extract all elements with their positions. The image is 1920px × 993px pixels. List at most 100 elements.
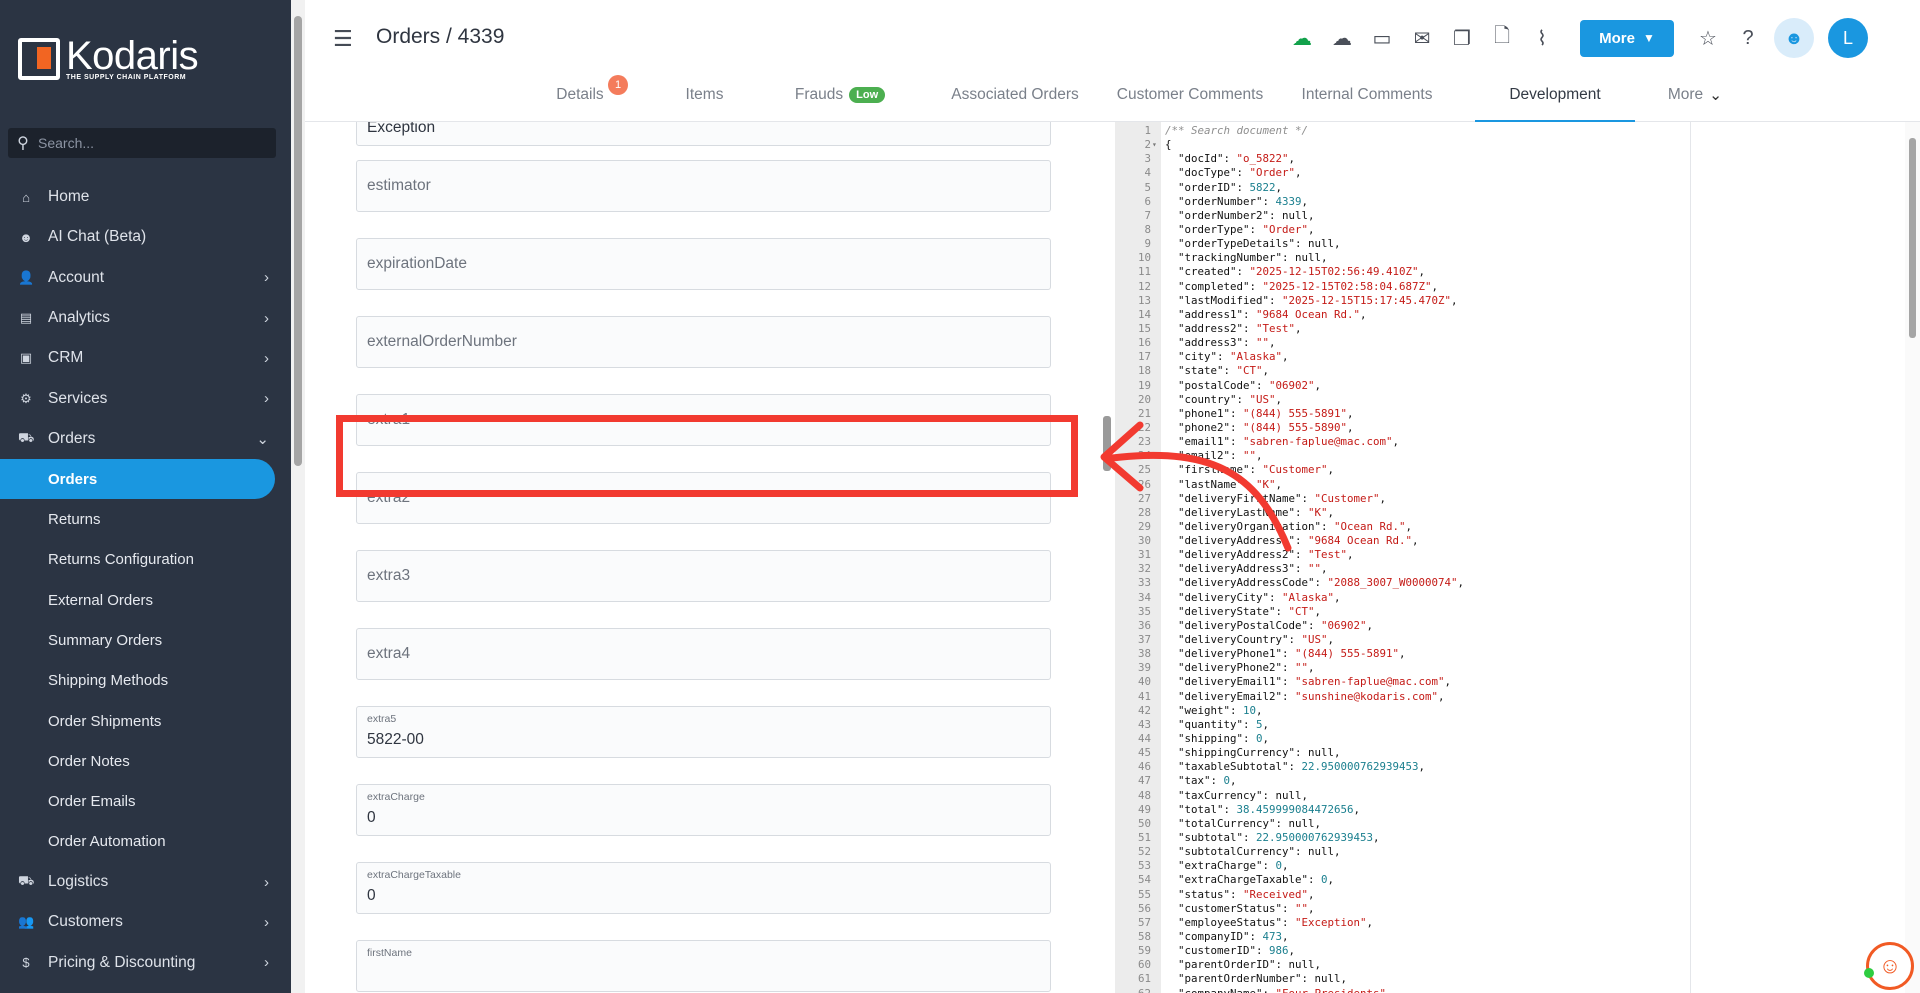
sidebar-subitem-order-emails[interactable]: Order Emails — [0, 781, 291, 821]
field-employeestatus[interactable]: employeeStatusException — [356, 122, 1051, 146]
field-externalordernumber[interactable]: externalOrderNumber — [356, 316, 1051, 368]
code-token: "orderNumber2": null, — [1165, 208, 1315, 222]
page-scrollbar-thumb[interactable] — [1909, 138, 1916, 338]
sidebar-subitem-order-notes[interactable]: Order Notes — [0, 741, 291, 781]
fold-toggle-icon[interactable]: ▾ — [1152, 138, 1157, 152]
code-token: "2025-12-15T02:58:04.687Z" — [1262, 279, 1432, 293]
line-number: 25 — [1137, 463, 1151, 477]
tab-items[interactable]: Items — [642, 77, 767, 122]
sidebar-item-orders[interactable]: ⛟ Orders ⌄ — [0, 419, 291, 459]
code-text: "quantity": 5, — [1165, 718, 1269, 732]
field-extra3[interactable]: extra3 — [356, 550, 1051, 602]
tab-more[interactable]: More ⌄ — [1640, 77, 1750, 122]
sidebar-item-home[interactable]: ⌂ Home — [0, 177, 291, 217]
field-estimator[interactable]: estimator — [356, 160, 1051, 212]
tab-internal-comments[interactable]: Internal Comments — [1277, 77, 1457, 122]
sidebar-item-ai-chat-beta-[interactable]: ☻ AI Chat (Beta) — [0, 217, 291, 257]
sidebar-item-crm[interactable]: ▣ CRM › — [0, 338, 291, 378]
code-token: 22.950000762939453 — [1301, 760, 1419, 774]
field-value[interactable]: 0 — [367, 887, 376, 905]
sidebar-subitem-summary-orders[interactable]: Summary Orders — [0, 620, 291, 660]
code-token: "quantity": — [1165, 717, 1257, 731]
tab-development[interactable]: Development — [1475, 77, 1635, 122]
code-text: "weight": 10, — [1165, 704, 1263, 718]
line-number: 12 — [1137, 279, 1151, 293]
field-value[interactable]: Exception — [367, 122, 435, 137]
code-token: "Customer" — [1314, 491, 1380, 505]
cloud-download-icon[interactable]: ☁ — [1322, 26, 1362, 51]
search-input[interactable] — [38, 135, 258, 151]
line-number: 21 — [1137, 406, 1151, 420]
kodaris-logo[interactable]: Kodaris THE SUPPLY CHAIN PLATFORM — [18, 36, 199, 82]
code-text: "taxableSubtotal": 22.950000762939453, — [1165, 760, 1425, 774]
field-extra4[interactable]: extra4 — [356, 628, 1051, 680]
tab-customer-comments[interactable]: Customer Comments — [1100, 77, 1280, 122]
tab-associated-orders[interactable]: Associated Orders — [935, 77, 1095, 122]
field-value[interactable]: 0 — [367, 809, 376, 827]
code-token: "Ocean Rd." — [1334, 519, 1406, 533]
code-token: "9684 Ocean Rd." — [1256, 307, 1361, 321]
sidebar-item-logistics[interactable]: ⛟ Logistics › — [0, 862, 291, 902]
cloud-upload-icon[interactable]: ☁ — [1282, 26, 1322, 51]
field-extra5[interactable]: extra5 5822-00 — [356, 706, 1051, 758]
sidebar-item-services[interactable]: ⚙ Services › — [0, 378, 291, 418]
sidebar-item-label: Orders — [48, 429, 96, 447]
code-token: 22.950000762939453 — [1256, 831, 1374, 844]
tab-frauds[interactable]: Frauds Low — [760, 77, 920, 122]
sidebar-scrollbar-thumb[interactable] — [294, 16, 302, 466]
line-number: 30 — [1137, 534, 1151, 548]
star-icon[interactable]: ☆ — [1688, 26, 1728, 51]
sidebar-item-analytics[interactable]: ▤ Analytics › — [0, 298, 291, 338]
more-button[interactable]: More ▼ — [1580, 19, 1674, 57]
sidebar-scrollbar[interactable] — [291, 0, 305, 993]
field-extracharge[interactable]: extraCharge 0 — [356, 784, 1051, 836]
code-text: "deliveryState": "CT", — [1165, 605, 1321, 619]
sidebar-item-label: CRM — [48, 349, 84, 367]
code-text: "deliveryLastName": "K", — [1165, 506, 1334, 520]
copy-icon[interactable]: ❐ — [1442, 26, 1482, 51]
form-scrollbar[interactable] — [1100, 122, 1115, 993]
sidebar-subitem-shipping-methods[interactable]: Shipping Methods — [0, 661, 291, 701]
line-number: 29 — [1137, 519, 1151, 533]
code-token: , — [1275, 180, 1283, 194]
sidebar-subitem-returns-configuration[interactable]: Returns Configuration — [0, 540, 291, 580]
field-extrachargetaxable[interactable]: extraChargeTaxable 0 — [356, 862, 1051, 914]
field-placeholder: estimator — [367, 177, 431, 194]
form-scrollbar-thumb[interactable] — [1103, 416, 1111, 471]
sidebar-item-account[interactable]: 👤 Account › — [0, 258, 291, 298]
add-document-icon[interactable]: 🗋 — [1482, 21, 1522, 55]
code-text: "totalCurrency": null, — [1165, 817, 1321, 831]
code-text: "parentOrderNumber": null, — [1165, 972, 1347, 986]
paperclip-icon[interactable]: ⌇ — [1522, 26, 1562, 51]
sidebar-subitem-order-automation[interactable]: Order Automation — [0, 822, 291, 862]
page-scrollbar[interactable] — [1905, 122, 1920, 993]
line-number: 8 — [1144, 222, 1151, 236]
field-value[interactable]: 5822-00 — [367, 731, 424, 749]
code-text: "orderNumber2": null, — [1165, 209, 1315, 223]
credit-card-icon[interactable]: ▭ — [1362, 26, 1402, 51]
code-text: "extraCharge": 0, — [1165, 859, 1289, 873]
field-firstname[interactable]: firstName — [356, 940, 1051, 992]
hamburger-menu-icon[interactable]: ☰ — [333, 26, 353, 52]
line-number: 10 — [1137, 251, 1151, 265]
code-text: "docId": "o_5822", — [1165, 152, 1295, 166]
json-code-editor[interactable]: 1 /** Search document */ 2 ▾ {3 "docId": "o_… — [1115, 122, 1690, 993]
chat-support-icon[interactable]: ☺ — [1866, 942, 1914, 990]
sidebar-item-customers[interactable]: 👥 Customers › — [0, 902, 291, 942]
sidebar-subitem-returns[interactable]: Returns — [0, 499, 291, 539]
code-token: , — [1373, 831, 1380, 844]
tab-label: Items — [685, 86, 724, 103]
field-expirationdate[interactable]: expirationDate — [356, 238, 1051, 290]
avatar[interactable]: L — [1828, 18, 1868, 58]
help-icon[interactable]: ? — [1728, 27, 1768, 50]
code-token: "deliveryLastName": — [1165, 505, 1309, 519]
code-token: "2025-12-15T15:17:45.470Z" — [1282, 293, 1452, 307]
ai-bot-icon[interactable]: ☻ — [1774, 18, 1814, 58]
sidebar-subitem-orders[interactable]: Orders — [0, 459, 275, 500]
sidebar-subitem-external-orders[interactable]: External Orders — [0, 580, 291, 620]
tab-details[interactable]: Details 1 — [505, 75, 655, 122]
mail-icon[interactable]: ✉ — [1402, 26, 1442, 51]
sidebar-item-pricing-discounting[interactable]: $ Pricing & Discounting › — [0, 943, 291, 983]
sidebar-subitem-order-shipments[interactable]: Order Shipments — [0, 701, 291, 741]
chevron-down-icon: ⌄ — [256, 430, 269, 448]
